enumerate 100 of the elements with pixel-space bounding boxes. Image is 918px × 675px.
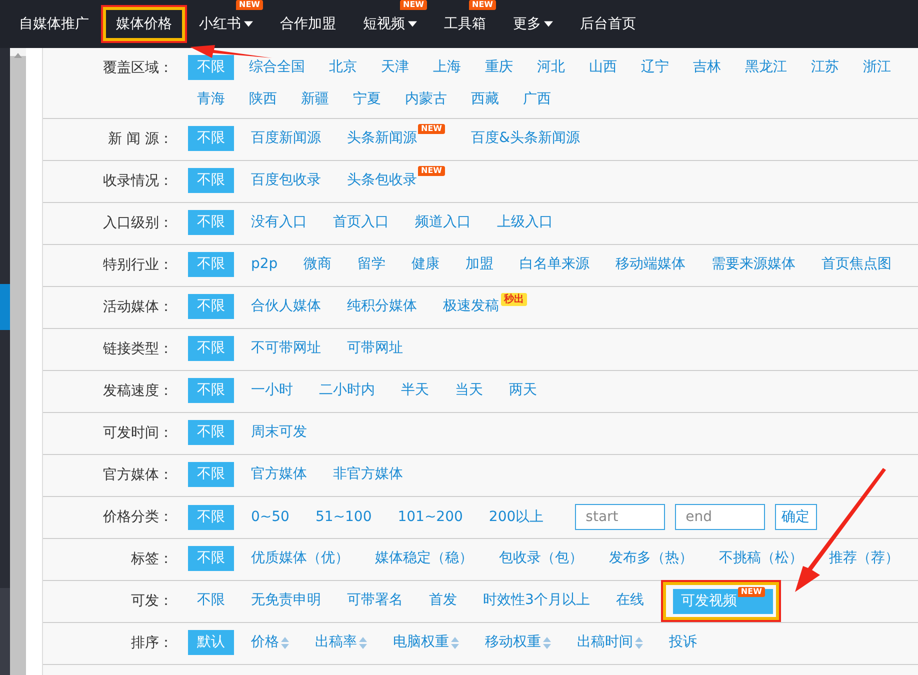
filter-option[interactable]: 百度包收录 (242, 168, 330, 193)
filter-option[interactable]: 不限 (188, 504, 234, 530)
filter-option[interactable]: 价格 (242, 630, 298, 655)
filter-option[interactable]: 不限 (188, 546, 234, 571)
sort-icon[interactable] (359, 636, 367, 648)
filter-option[interactable]: 一小时 (242, 378, 302, 403)
filter-option[interactable]: 51~100 (306, 504, 381, 530)
filter-option[interactable]: 河北 (528, 55, 574, 80)
sort-icon[interactable] (451, 636, 459, 648)
filter-option[interactable]: 电脑权重 (384, 630, 468, 655)
filter-option[interactable]: 合伙人媒体 (242, 294, 330, 319)
filter-option[interactable]: 没有入口 (242, 210, 316, 235)
filter-option[interactable]: 西藏 (462, 87, 508, 112)
filter-option[interactable]: 综合全国 (240, 55, 314, 80)
filter-option[interactable]: 不限 (188, 462, 234, 487)
filter-option[interactable]: 官方媒体 (242, 462, 316, 487)
filter-option[interactable]: 吉林 (684, 55, 730, 80)
filter-option[interactable]: 北京 (320, 55, 366, 80)
nav-link[interactable]: 后台首页 (567, 7, 649, 41)
filter-option[interactable]: 不限 (188, 252, 234, 277)
filter-option[interactable]: 内蒙古 (396, 87, 456, 112)
filter-option[interactable]: 青海 (188, 87, 234, 112)
filter-option[interactable]: 广西 (514, 87, 560, 112)
filter-option[interactable]: 不挑稿（松） (710, 546, 812, 571)
filter-option[interactable]: 辽宁 (632, 55, 678, 80)
filter-option[interactable]: 百度&头条新闻源 (462, 126, 589, 151)
confirm-button[interactable]: 确定 (774, 504, 817, 530)
filter-option[interactable]: 不限 (188, 336, 234, 361)
filter-option[interactable]: 两天 (500, 378, 546, 403)
filter-option[interactable]: 健康 (402, 252, 449, 277)
filter-option[interactable]: 推荐（荐） (820, 546, 908, 571)
filter-option[interactable]: 频道入口 (406, 210, 480, 235)
filter-option[interactable]: 200以上 (480, 504, 553, 530)
filter-option[interactable]: 出稿时间 (568, 630, 652, 655)
filter-option[interactable]: 新疆 (292, 87, 338, 112)
filter-option[interactable]: 不限 (188, 55, 234, 80)
filter-option[interactable]: 媒体稳定（稳） (366, 546, 482, 571)
filter-option[interactable]: 可发视频 NEW (672, 588, 773, 614)
filter-option[interactable]: 留学 (348, 252, 395, 277)
sort-icon[interactable] (281, 636, 289, 648)
filter-option[interactable]: 非官方媒体 (324, 462, 412, 487)
nav-link[interactable]: 更多 (500, 7, 566, 41)
filter-option[interactable]: 优质媒体（优） (242, 546, 358, 571)
filter-option[interactable]: 江苏 (802, 55, 848, 80)
filter-option[interactable]: 半天 (392, 378, 438, 403)
nav-link[interactable]: 自媒体推广 (6, 7, 102, 41)
filter-option[interactable]: 可带署名 (338, 588, 412, 613)
filter-option[interactable]: 白名单来源 (510, 252, 599, 277)
filter-option[interactable]: 不限 (188, 420, 234, 445)
filter-option[interactable]: 移动权重 (476, 630, 560, 655)
filter-option[interactable]: 浙江 (854, 55, 900, 80)
filter-option[interactable]: 微商 (294, 252, 341, 277)
nav-link[interactable]: 合作加盟 (267, 7, 349, 41)
filter-option[interactable]: 需要来源媒体 (702, 252, 805, 277)
filter-option[interactable]: 百度新闻源 (242, 126, 330, 151)
filter-option[interactable]: 陕西 (240, 87, 286, 112)
filter-option[interactable]: 上级入口 (488, 210, 562, 235)
nav-link[interactable]: 媒体价格 (103, 7, 185, 41)
filter-option[interactable]: 在线 (606, 588, 653, 613)
filter-option[interactable]: 周末可发 (242, 420, 316, 445)
filter-option[interactable]: 移动端媒体 (606, 252, 695, 277)
filter-option[interactable]: 不可带网址 (242, 336, 330, 361)
price-end-field[interactable]: end (674, 504, 765, 530)
filter-option[interactable]: 天津 (372, 55, 418, 80)
filter-option[interactable]: 上海 (424, 55, 470, 80)
filter-option[interactable]: 不限 (188, 168, 234, 193)
filter-option[interactable]: 默认 (188, 630, 234, 655)
filter-option[interactable]: 101~200 (388, 504, 472, 530)
filter-option[interactable]: 发布多（热） (600, 546, 702, 571)
filter-option[interactable]: 宁夏 (344, 87, 390, 112)
filter-option[interactable]: 加盟 (456, 252, 503, 277)
filter-option[interactable]: 不限 (188, 126, 234, 151)
filter-option[interactable]: 重庆 (476, 55, 522, 80)
filter-option[interactable]: 首页入口 (324, 210, 398, 235)
price-start-field[interactable]: start (574, 504, 665, 530)
filter-option[interactable]: 无免责申明 (242, 588, 330, 613)
filter-option[interactable]: 可带网址 (338, 336, 412, 361)
sort-icon[interactable] (635, 636, 643, 648)
filter-option[interactable]: 头条包收录 NEW (338, 168, 454, 193)
filter-option[interactable]: p2p (242, 252, 287, 277)
filter-option[interactable]: 首页焦点图 (812, 252, 901, 277)
filter-option[interactable]: 头条新闻源 NEW (338, 126, 454, 151)
nav-link[interactable]: 小红书 (186, 7, 266, 41)
filter-option[interactable]: 纯积分媒体 (338, 294, 426, 319)
filter-option[interactable]: 出稿率 (306, 630, 376, 655)
filter-option[interactable]: 二小时内 (310, 378, 384, 403)
nav-link[interactable]: 短视频 (350, 7, 430, 41)
nav-link[interactable]: 工具箱 (431, 7, 499, 41)
sort-icon[interactable] (543, 636, 551, 648)
filter-option[interactable]: 不限 (188, 378, 234, 403)
filter-option[interactable]: 不限 (188, 588, 234, 613)
scrollbar[interactable] (10, 48, 26, 675)
filter-option[interactable]: 山西 (580, 55, 626, 80)
filter-option[interactable]: 黑龙江 (736, 55, 796, 80)
filter-option[interactable]: 投诉 (660, 630, 706, 655)
filter-option[interactable]: 不限 (188, 210, 234, 235)
filter-option[interactable]: 0~50 (242, 504, 298, 530)
filter-option[interactable]: 极速发稿 秒出 (434, 294, 536, 319)
filter-option[interactable]: 包收录（包） (490, 546, 592, 571)
scroll-up-icon[interactable] (14, 53, 22, 58)
